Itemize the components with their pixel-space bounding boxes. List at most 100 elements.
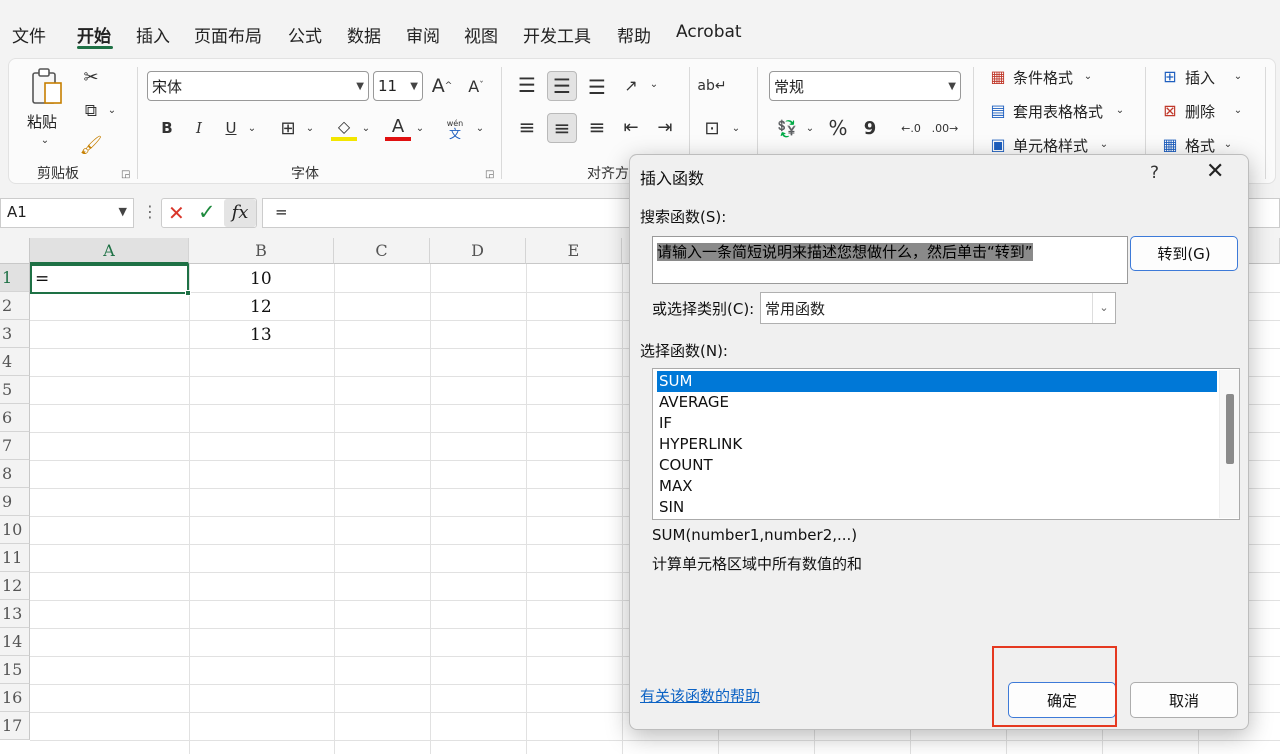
increase-decimal-icon[interactable]: ←.0 [897,115,925,141]
cell-styles-button[interactable]: 单元格样式 [1013,135,1088,156]
column-header-c[interactable]: C [334,238,430,264]
chevron-down-icon[interactable]: ⌄ [359,121,373,135]
decrease-indent-icon[interactable]: ⇤ [617,113,645,141]
orientation-icon[interactable]: ↗ [617,71,645,99]
shrink-font-button[interactable]: Aˇ [463,73,489,99]
conditional-format-icon[interactable]: ▦ [987,65,1009,87]
tab-formulas[interactable]: 公式 [288,22,322,47]
insert-function-button[interactable]: fx [224,199,256,227]
chevron-down-icon[interactable]: ⌄ [245,121,259,135]
conditional-format-button[interactable]: 条件格式 [1013,67,1073,88]
chevron-down-icon[interactable]: ⌄ [647,77,661,91]
chevron-down-icon[interactable]: ⌄ [473,121,487,135]
column-header-e[interactable]: E [526,238,622,264]
name-box[interactable]: A1 ▼ [0,198,134,228]
font-name-combo[interactable]: 宋体 ▼ [147,71,369,101]
go-button[interactable]: 转到(G) [1130,236,1238,271]
row-header-17[interactable]: 17 [0,712,30,740]
list-item[interactable]: AVERAGE [657,392,1217,413]
chevron-down-icon[interactable]: ⌄ [1221,137,1235,151]
decrease-decimal-icon[interactable]: .00→ [931,115,959,141]
chevron-down-icon[interactable]: ⌄ [1097,137,1111,151]
more-options-icon[interactable]: ⋮ [142,202,158,221]
tab-acrobat[interactable]: Acrobat [676,22,742,42]
column-header-a[interactable]: A [30,238,189,264]
list-item[interactable]: MAX [657,476,1217,497]
list-item[interactable]: SIN [657,497,1217,518]
cut-icon[interactable]: ✂ [79,65,103,89]
merge-center-icon[interactable]: ⊡ [699,115,725,141]
chevron-down-icon[interactable]: ⌄ [1231,103,1245,117]
align-right-icon[interactable]: ≡ [583,113,611,141]
cell-b1[interactable]: 10 [250,269,272,289]
format-as-table-button[interactable]: 套用表格格式 [1013,101,1103,122]
row-header-13[interactable]: 13 [0,600,30,628]
phonetic-button[interactable]: wén 文 [441,115,469,143]
search-function-input[interactable]: 请输入一条简短说明来描述您想做什么，然后单击“转到” [652,236,1128,284]
comma-style-button[interactable]: 9 [859,115,881,141]
format-cells-button[interactable]: 格式 [1185,135,1215,156]
chevron-down-icon[interactable]: ⌄ [413,121,427,135]
underline-button[interactable]: U [219,115,243,141]
tab-file[interactable]: 文件 [12,22,46,47]
chevron-down-icon[interactable]: ⌄ [303,121,317,135]
chevron-down-icon[interactable]: ▼ [119,205,127,218]
row-header-6[interactable]: 6 [0,404,30,432]
align-bottom-icon[interactable]: ☰ [583,73,611,101]
fill-color-icon[interactable]: ◇ [331,115,357,141]
list-item[interactable]: IF [657,413,1217,434]
row-header-10[interactable]: 10 [0,516,30,544]
row-header-4[interactable]: 4 [0,348,30,376]
tab-developer[interactable]: 开发工具 [523,22,591,47]
format-painter-icon[interactable]: 🖌 [79,133,103,157]
increase-indent-icon[interactable]: ⇥ [651,113,679,141]
confirm-entry-icon[interactable]: ✓ [198,200,216,224]
italic-button[interactable]: I [187,115,211,141]
insert-cells-button[interactable]: 插入 [1185,67,1215,88]
row-header-7[interactable]: 7 [0,432,30,460]
chevron-down-icon[interactable]: ⌄ [803,121,817,135]
tab-page-layout[interactable]: 页面布局 [194,22,262,47]
column-header-b[interactable]: B [189,238,334,264]
tab-view[interactable]: 视图 [464,22,498,47]
paste-button[interactable] [27,67,67,107]
row-header-8[interactable]: 8 [0,460,30,488]
borders-icon[interactable]: ⊞ [275,115,301,141]
align-left-icon[interactable]: ≡ [513,113,541,141]
list-item-selected[interactable]: SUM [657,371,1217,392]
category-select[interactable]: 常用函数 [760,292,1116,324]
cell-b3[interactable]: 13 [250,325,272,345]
font-size-combo[interactable]: 11 ▼ [373,71,423,101]
tab-data[interactable]: 数据 [347,22,381,47]
chevron-down-icon[interactable]: ⌄ [1092,293,1115,323]
row-header-1[interactable]: 1 [0,264,30,292]
wrap-text-icon[interactable]: ab↵ [697,73,726,99]
row-header-12[interactable]: 12 [0,572,30,600]
format-cells-icon[interactable]: ▦ [1159,133,1181,155]
delete-cells-button[interactable]: 删除 [1185,101,1215,122]
cell-b2[interactable]: 12 [250,297,272,317]
align-center-icon[interactable]: ≡ [547,113,577,143]
font-launcher-icon[interactable]: ◲ [485,169,494,180]
function-list-scrollbar[interactable] [1219,370,1239,518]
percent-button[interactable]: % [825,115,851,141]
chevron-down-icon[interactable]: ⌄ [1113,103,1127,117]
column-header-d[interactable]: D [430,238,526,264]
row-header-3[interactable]: 3 [0,320,30,348]
accounting-icon[interactable]: 💱 [773,115,801,141]
select-all-corner[interactable] [0,238,30,264]
row-header-2[interactable]: 2 [0,292,30,320]
tab-help[interactable]: 帮助 [617,22,651,47]
clipboard-launcher-icon[interactable]: ◲ [121,169,130,180]
font-color-button[interactable]: A [385,115,411,141]
function-list[interactable]: SUM AVERAGE IF HYPERLINK COUNT MAX SIN [652,368,1240,520]
cancel-button[interactable]: 取消 [1130,682,1238,718]
paste-chevron-icon[interactable]: ⌄ [37,133,53,147]
format-as-table-icon[interactable]: ▤ [987,99,1009,121]
chevron-down-icon[interactable]: ⌄ [729,121,743,135]
tab-review[interactable]: 审阅 [406,22,440,47]
function-help-link[interactable]: 有关该函数的帮助 [640,685,760,706]
chevron-down-icon[interactable]: ⌄ [1081,69,1095,83]
cell-styles-icon[interactable]: ▣ [987,133,1009,155]
row-header-14[interactable]: 14 [0,628,30,656]
